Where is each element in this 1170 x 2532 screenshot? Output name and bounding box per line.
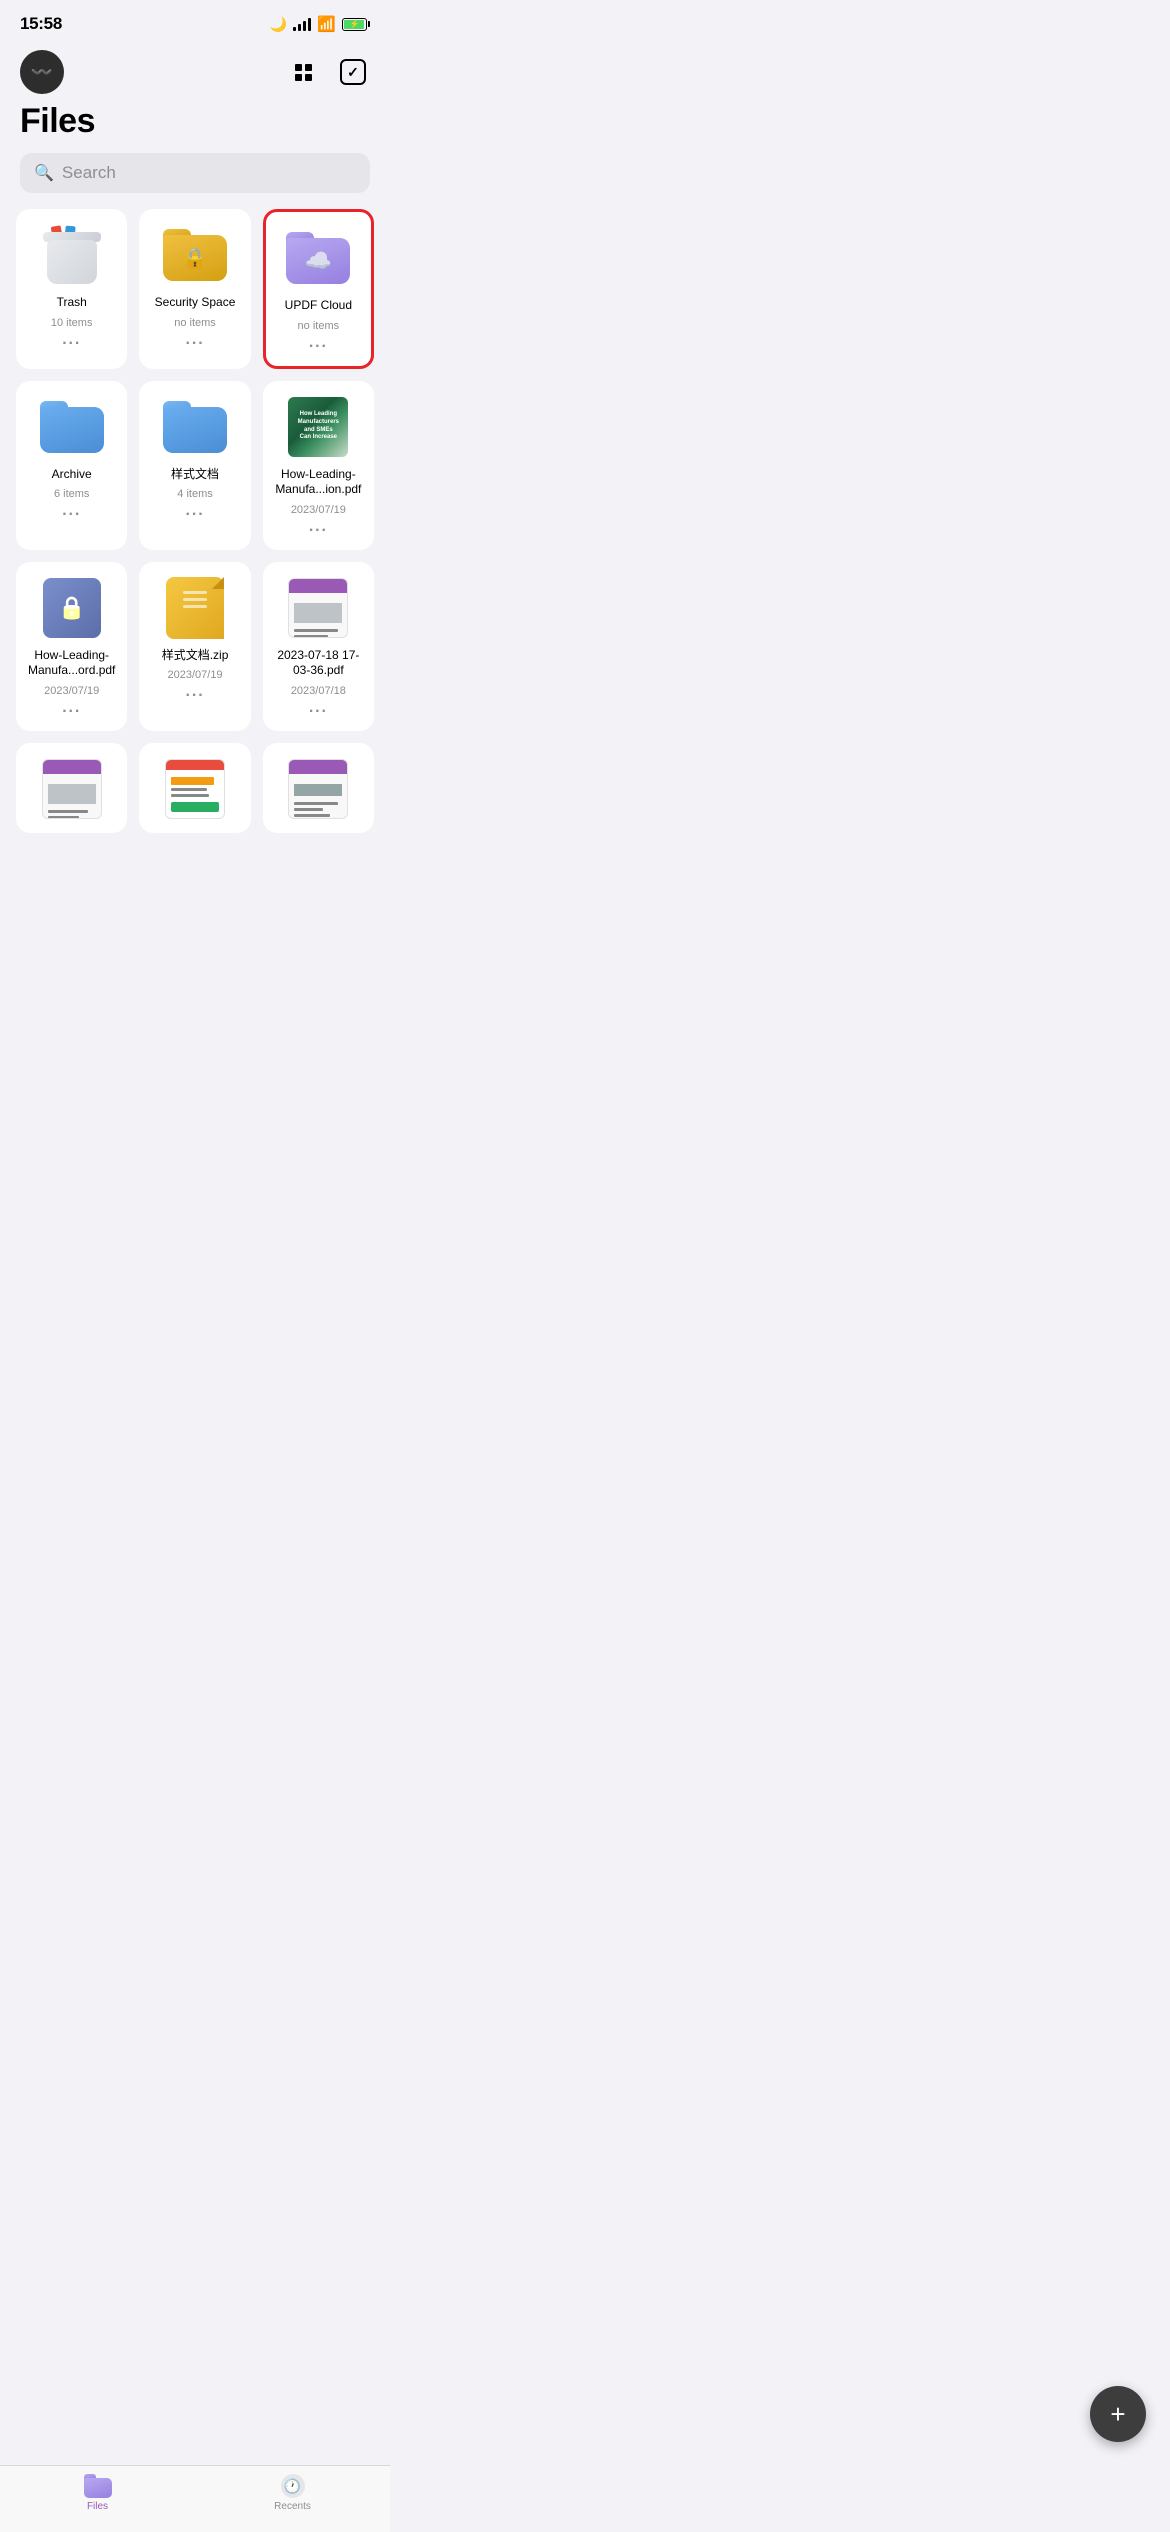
grid-icon (295, 64, 312, 81)
blue-folder-icon-2 (160, 397, 230, 457)
file-meta: no items (298, 320, 340, 332)
file-name: How-Leading-Manufa...ion.pdf (275, 467, 362, 498)
checkbox-icon: ✓ (340, 59, 366, 85)
header-actions: ✓ (286, 55, 370, 89)
file-name: 样式文档.zip (151, 648, 238, 664)
file-name: How-Leading-Manufa...ord.pdf (28, 648, 115, 679)
pdf-thumb-text: How LeadingManufacturersand SMEsCan Incr… (296, 409, 341, 444)
file-card-partial-2[interactable] (139, 743, 250, 833)
battery-icon: ⚡ (342, 18, 370, 31)
tab-recents-label: Recents (274, 2501, 311, 2512)
files-grid: Trash 10 items ··· 🔒 Security Space no i… (0, 209, 390, 933)
file-more-button[interactable]: ··· (309, 338, 328, 356)
file-name: 2023-07-18 17-03-36.pdf (275, 648, 362, 679)
doc-thumbnail-3 (160, 759, 230, 819)
search-container: 🔍 Search (0, 153, 390, 209)
file-name: Archive (28, 467, 115, 483)
status-time: 15:58 (20, 14, 62, 34)
app-logo: 〰️ (31, 62, 53, 83)
security-icon: 🔒 (160, 225, 230, 285)
file-meta: 10 items (51, 317, 93, 329)
file-more-button[interactable]: ··· (309, 522, 328, 540)
file-meta: 2023/07/19 (44, 685, 99, 697)
cloud-icon: ☁️ (305, 248, 332, 274)
file-card-yangshi[interactable]: 样式文档 4 items ··· (139, 381, 250, 550)
doc-thumbnail (283, 578, 353, 638)
file-card-how-leading-locked[interactable]: How-Leading-Manufa...ord.pdf 2023/07/19 … (16, 562, 127, 731)
file-card-updf-cloud[interactable]: ☁️ UPDF Cloud no items ··· (263, 209, 374, 369)
search-icon: 🔍 (34, 163, 54, 183)
wifi-icon: 📶 (317, 15, 336, 33)
trash-icon (37, 225, 107, 285)
tab-files-label: Files (87, 2501, 108, 2512)
file-name: UPDF Cloud (278, 298, 359, 314)
file-more-button[interactable]: ··· (62, 506, 81, 524)
tab-bar: Files 🕐 Recents (0, 2465, 390, 2532)
file-more-button[interactable]: ··· (186, 335, 205, 353)
file-card-how-leading[interactable]: How LeadingManufacturersand SMEsCan Incr… (263, 381, 374, 550)
checkmark-icon: ✓ (347, 65, 359, 79)
locked-pdf-icon (37, 578, 107, 638)
tab-files[interactable]: Files (0, 2474, 195, 2512)
file-meta: 2023/07/19 (291, 504, 346, 516)
select-button[interactable]: ✓ (336, 55, 370, 89)
doc-thumbnail-4 (283, 759, 353, 819)
status-icons: 🌙 📶 ⚡ (270, 15, 370, 33)
blue-folder-icon (37, 397, 107, 457)
page-title: Files (20, 102, 370, 141)
file-card-partial-1[interactable] (16, 743, 127, 833)
file-meta: 4 items (177, 488, 212, 500)
file-more-button[interactable]: ··· (62, 335, 81, 353)
file-meta: no items (174, 317, 216, 329)
search-placeholder: Search (62, 163, 116, 183)
file-card-partial-3[interactable] (263, 743, 374, 833)
doc-thumbnail-2 (37, 759, 107, 819)
search-bar[interactable]: 🔍 Search (20, 153, 370, 193)
pdf-thumbnail: How LeadingManufacturersand SMEsCan Incr… (283, 397, 353, 457)
file-meta: 6 items (54, 488, 89, 500)
file-card-zip[interactable]: 样式文档.zip 2023/07/19 ··· (139, 562, 250, 731)
app-icon[interactable]: 〰️ (20, 50, 64, 94)
file-meta: 2023/07/18 (291, 685, 346, 697)
file-card-date-pdf[interactable]: 2023-07-18 17-03-36.pdf 2023/07/18 ··· (263, 562, 374, 731)
file-name: Security Space (151, 295, 238, 311)
file-more-button[interactable]: ··· (309, 703, 328, 721)
file-card-trash[interactable]: Trash 10 items ··· (16, 209, 127, 369)
clock-icon: 🕐 (284, 2478, 301, 2495)
page-title-container: Files (0, 98, 390, 153)
recents-tab-icon: 🕐 (281, 2474, 305, 2498)
signal-icon (293, 17, 311, 31)
file-meta: 2023/07/19 (168, 669, 223, 681)
zip-icon (160, 578, 230, 638)
file-name: 样式文档 (151, 467, 238, 483)
file-more-button[interactable]: ··· (186, 506, 205, 524)
cloud-folder-icon: ☁️ (283, 228, 353, 288)
moon-icon: 🌙 (270, 16, 287, 33)
add-button[interactable]: + (1090, 2386, 1146, 2442)
file-more-button[interactable]: ··· (62, 703, 81, 721)
file-card-security[interactable]: 🔒 Security Space no items ··· (139, 209, 250, 369)
lock-icon: 🔒 (183, 246, 208, 271)
file-card-archive[interactable]: Archive 6 items ··· (16, 381, 127, 550)
file-name: Trash (28, 295, 115, 311)
tab-recents[interactable]: 🕐 Recents (195, 2474, 390, 2512)
header: 〰️ ✓ (0, 42, 390, 98)
plus-icon: + (1110, 2401, 1125, 2427)
file-more-button[interactable]: ··· (186, 687, 205, 705)
files-tab-icon (84, 2474, 112, 2498)
status-bar: 15:58 🌙 📶 ⚡ (0, 0, 390, 42)
grid-view-button[interactable] (286, 55, 320, 89)
